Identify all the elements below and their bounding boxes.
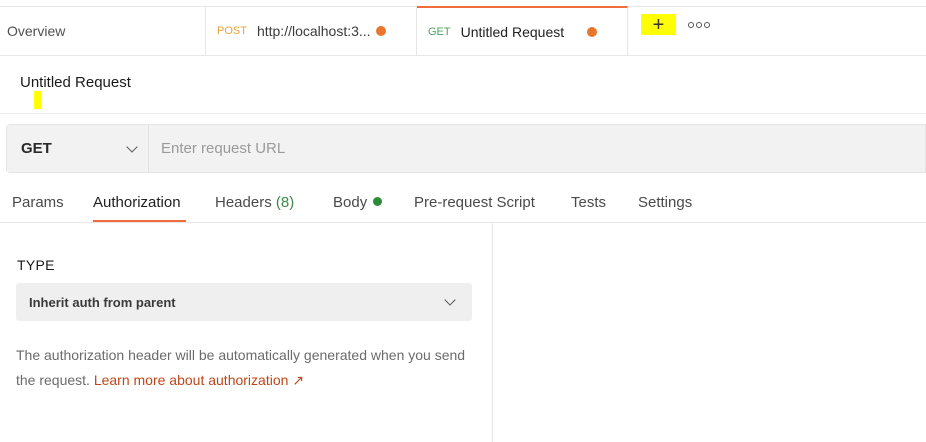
- tab-prerequest-script[interactable]: Pre-request Script: [414, 194, 535, 211]
- active-tab-indicator: [93, 220, 186, 222]
- new-tab-button[interactable]: +: [641, 14, 676, 35]
- plus-icon: +: [652, 13, 665, 36]
- request-name[interactable]: Untitled Request: [20, 74, 131, 91]
- request-subtabs: Params Authorization Headers (8) Body Pr…: [0, 182, 926, 223]
- tab-get-request[interactable]: GET Untitled Request: [417, 6, 628, 55]
- tab-headers[interactable]: Headers (8): [215, 194, 294, 211]
- unsaved-dot-icon: [587, 26, 597, 37]
- url-input[interactable]: [149, 125, 925, 172]
- unsaved-dot-icon: [376, 26, 386, 36]
- text-cursor-highlight: [34, 91, 41, 109]
- tab-overview-label: Overview: [7, 23, 66, 39]
- tab-settings[interactable]: Settings: [638, 194, 692, 211]
- tab-body[interactable]: Body: [333, 194, 383, 211]
- method-select-value: GET: [21, 140, 52, 157]
- chevron-down-icon: [444, 294, 456, 306]
- divider: [0, 113, 926, 114]
- tab-post-title: http://localhost:3...: [256, 23, 371, 39]
- headers-count: (8): [275, 194, 295, 211]
- url-bar: GET: [6, 124, 926, 173]
- auth-type-select[interactable]: Inherit auth from parent: [16, 283, 472, 321]
- tab-method-get: GET: [428, 25, 451, 38]
- chevron-down-icon: [126, 140, 138, 153]
- tab-post-request[interactable]: POST http://localhost:3...: [206, 7, 417, 55]
- auth-type-label: TYPE: [17, 257, 55, 273]
- green-dot-icon: [373, 197, 383, 206]
- tab-headers-label: Headers: [215, 194, 272, 211]
- tab-method-post: POST: [217, 25, 247, 37]
- tab-get-title: Untitled Request: [460, 23, 565, 40]
- tab-tests[interactable]: Tests: [571, 194, 606, 211]
- tab-overview[interactable]: Overview: [0, 7, 206, 55]
- auth-description: The authorization header will be automat…: [16, 343, 476, 393]
- panel-divider[interactable]: [492, 223, 493, 442]
- request-tab-strip: Overview POST http://localhost:3... GET …: [0, 6, 926, 56]
- auth-type-value: Inherit auth from parent: [29, 294, 176, 310]
- tab-body-label: Body: [333, 194, 368, 211]
- tab-params[interactable]: Params: [12, 194, 64, 211]
- learn-more-link[interactable]: Learn more about authorization ↗: [94, 372, 304, 388]
- tab-authorization[interactable]: Authorization: [93, 194, 181, 211]
- method-select[interactable]: GET: [7, 125, 149, 172]
- more-options-icon[interactable]: [688, 14, 710, 35]
